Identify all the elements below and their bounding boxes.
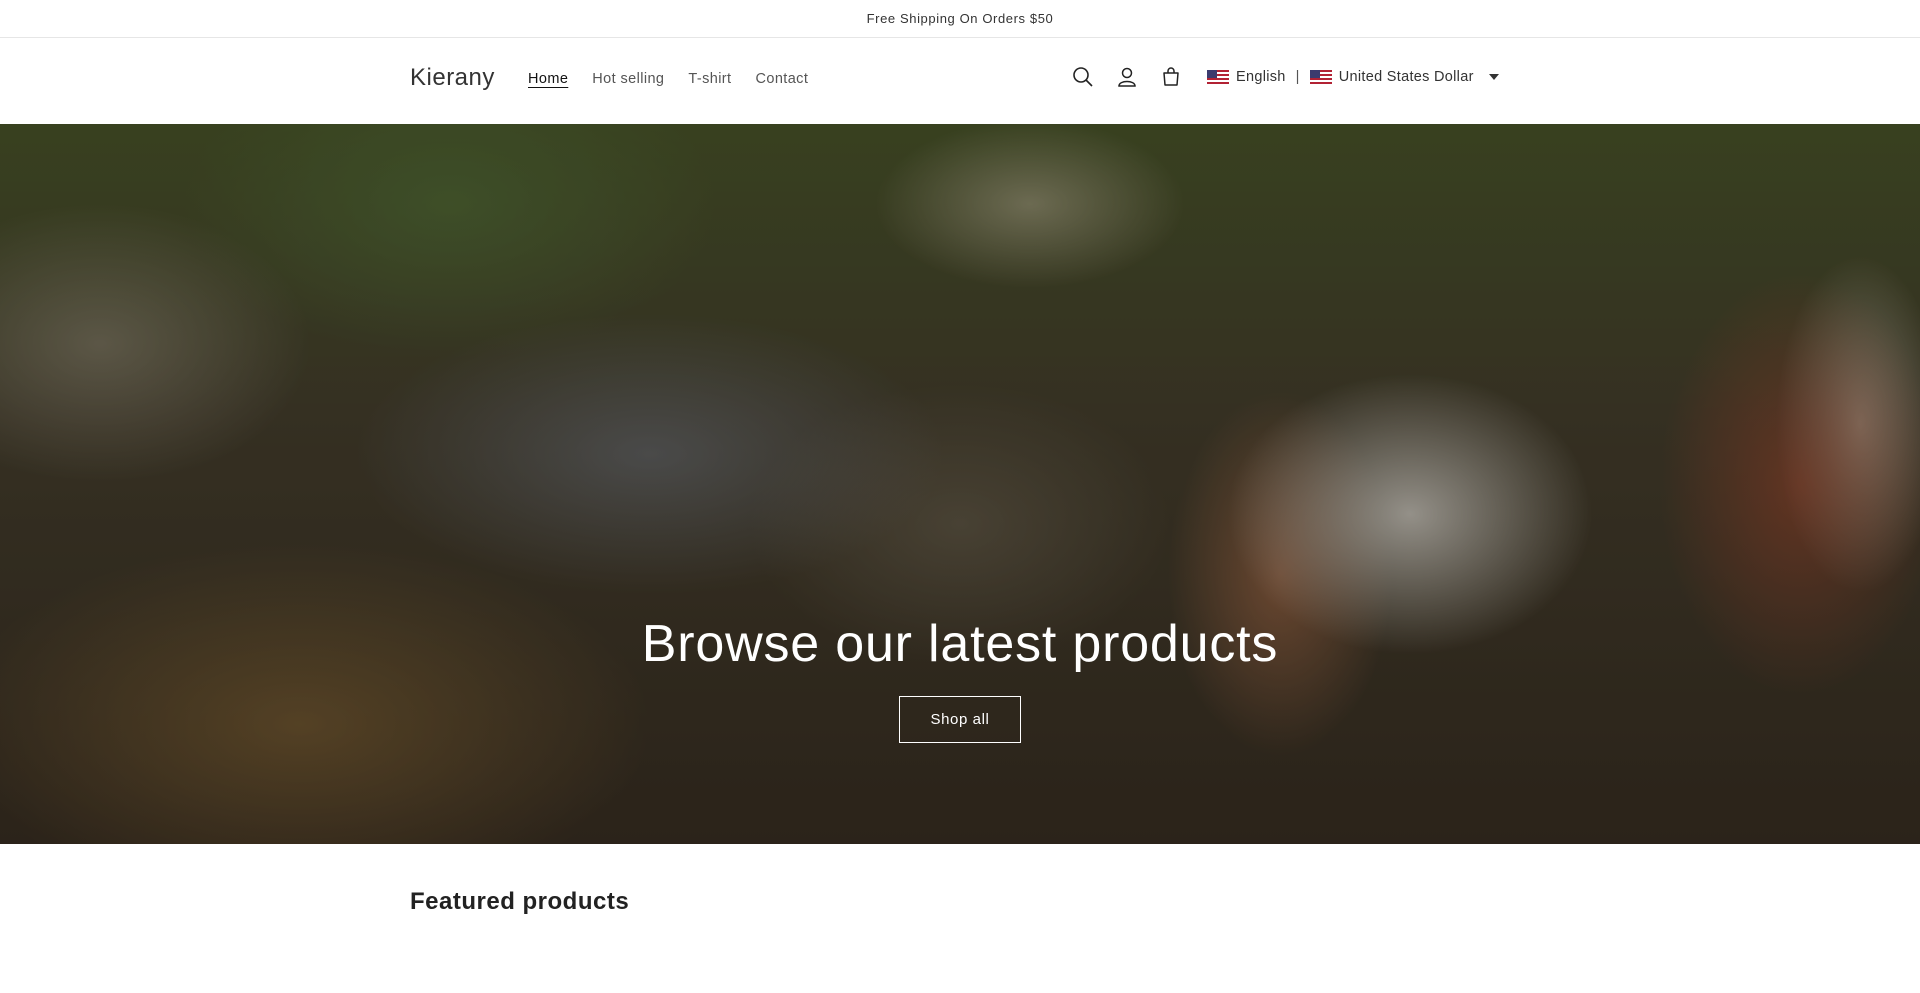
nav-item-contact[interactable]: Contact: [755, 71, 808, 87]
featured-products-heading: Featured products: [410, 888, 630, 915]
us-flag-icon: [1309, 70, 1332, 84]
chevron-down-icon: [1488, 74, 1499, 80]
us-flag-icon: [1207, 70, 1229, 84]
localization-separator: |: [1295, 69, 1300, 85]
nav-item-t-shirt[interactable]: T-shirt: [688, 71, 731, 87]
localization-selector[interactable]: English | United States Dollar: [1207, 69, 1499, 85]
account-icon[interactable]: [1114, 64, 1140, 90]
store-logo[interactable]: Kierany: [410, 64, 495, 92]
language-label: English: [1236, 69, 1286, 85]
header-icons: [1070, 64, 1184, 90]
cart-icon[interactable]: [1158, 64, 1184, 90]
shop-all-button[interactable]: Shop all: [899, 696, 1021, 743]
announcement-text: Free Shipping On Orders $50: [866, 11, 1054, 26]
site-header: Kierany Home Hot selling T-shirt Contact…: [0, 38, 1920, 124]
search-icon[interactable]: [1070, 64, 1096, 90]
main-nav: Home Hot selling T-shirt Contact: [528, 71, 808, 87]
currency-label: United States Dollar: [1338, 69, 1474, 85]
nav-item-home[interactable]: Home: [528, 71, 568, 87]
hero-content: Browse our latest products Shop all: [0, 614, 1920, 743]
hero-title: Browse our latest products: [641, 615, 1279, 673]
hero-banner: Browse our latest products Shop all: [0, 124, 1920, 844]
nav-item-hot-selling[interactable]: Hot selling: [592, 71, 664, 87]
announcement-bar: Free Shipping On Orders $50: [0, 0, 1920, 38]
